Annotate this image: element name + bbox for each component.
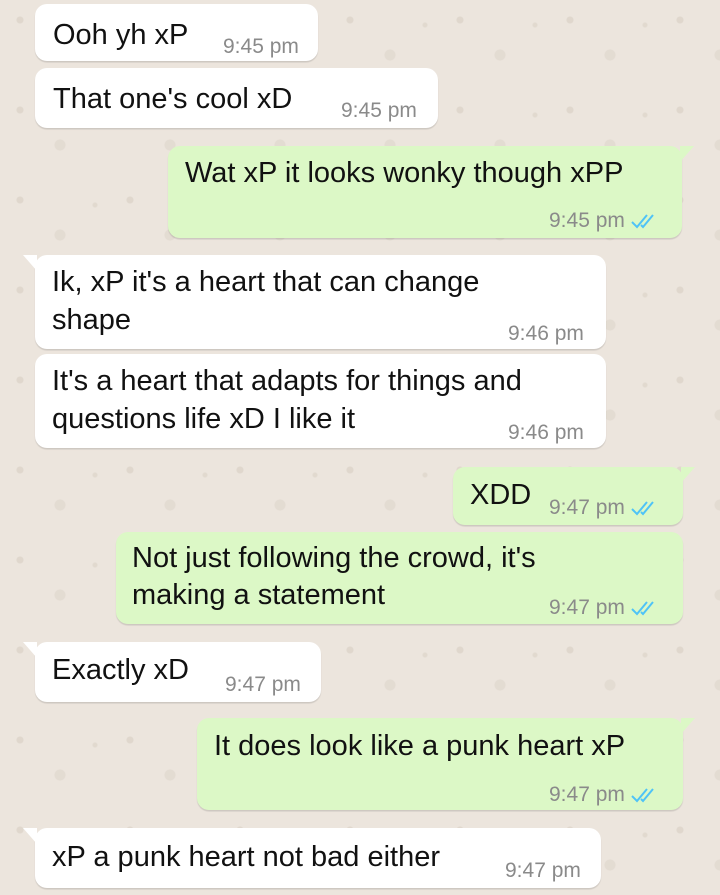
read-double-tick-icon xyxy=(631,214,654,229)
read-double-tick-icon xyxy=(631,501,654,516)
message-text: XDD xyxy=(470,479,532,511)
message-timestamp: 9:45 pm xyxy=(223,35,299,58)
message-bubble-incoming[interactable]: That one's cool xD 9:45 pm xyxy=(35,68,438,128)
message-text-line: Not just following the crowd, it's xyxy=(132,542,536,574)
message-text: xP a punk heart not bad either xyxy=(52,841,441,873)
message-bubble-outgoing[interactable]: It does look like a punk heart xP 9:47 p… xyxy=(197,718,695,810)
message-text-line: Ik, xP it's a heart that can change xyxy=(52,266,480,298)
message-meta: 9:45 pm xyxy=(549,202,661,240)
message-bubble-outgoing[interactable]: Wat xP it looks wonky though xPP 9:45 pm xyxy=(168,146,694,240)
message-timestamp: 9:47 pm xyxy=(549,496,625,519)
message-bubble-outgoing[interactable]: XDD 9:47 pm xyxy=(453,467,695,527)
message-text-line: It's a heart that adapts for things and xyxy=(52,365,522,397)
read-double-tick-icon xyxy=(631,601,654,616)
message-timestamp: 9:47 pm xyxy=(549,596,625,619)
message-text-line: questions life xD I like it xyxy=(52,403,356,435)
message-bubble-incoming[interactable]: Ik, xP it's a heart that can change shap… xyxy=(23,255,606,349)
message-text: Exactly xD xyxy=(52,654,189,686)
read-double-tick-icon xyxy=(631,788,654,803)
message-text: That one's cool xD xyxy=(53,83,293,115)
message-timestamp: 9:46 pm xyxy=(508,421,584,444)
message-bubble-incoming[interactable]: xP a punk heart not bad either 9:47 pm xyxy=(23,828,601,888)
message-timestamp: 9:46 pm xyxy=(508,322,584,345)
message-meta: 9:47 pm xyxy=(549,589,661,627)
message-text: It does look like a punk heart xP xyxy=(214,730,626,762)
message-bubble-incoming[interactable]: It's a heart that adapts for things and … xyxy=(35,354,606,448)
message-timestamp: 9:47 pm xyxy=(505,859,581,882)
message-timestamp: 9:45 pm xyxy=(549,209,625,232)
message-text: Wat xP it looks wonky though xPP xyxy=(185,157,624,189)
message-timestamp: 9:45 pm xyxy=(341,99,417,122)
message-bubble-incoming[interactable]: Ooh yh xP 9:45 pm xyxy=(35,4,318,61)
message-timestamp: 9:47 pm xyxy=(549,783,625,806)
message-text: Ooh yh xP xyxy=(53,19,189,51)
message-meta: 9:47 pm xyxy=(549,776,661,814)
message-bubble-outgoing[interactable]: Not just following the crowd, it's makin… xyxy=(116,532,683,624)
message-bubble-incoming[interactable]: Exactly xD 9:47 pm xyxy=(23,642,321,702)
message-meta: 9:47 pm xyxy=(549,489,661,527)
message-timestamp: 9:47 pm xyxy=(225,673,301,696)
message-text-line: shape xyxy=(52,304,132,336)
message-text-line: making a statement xyxy=(132,579,386,611)
